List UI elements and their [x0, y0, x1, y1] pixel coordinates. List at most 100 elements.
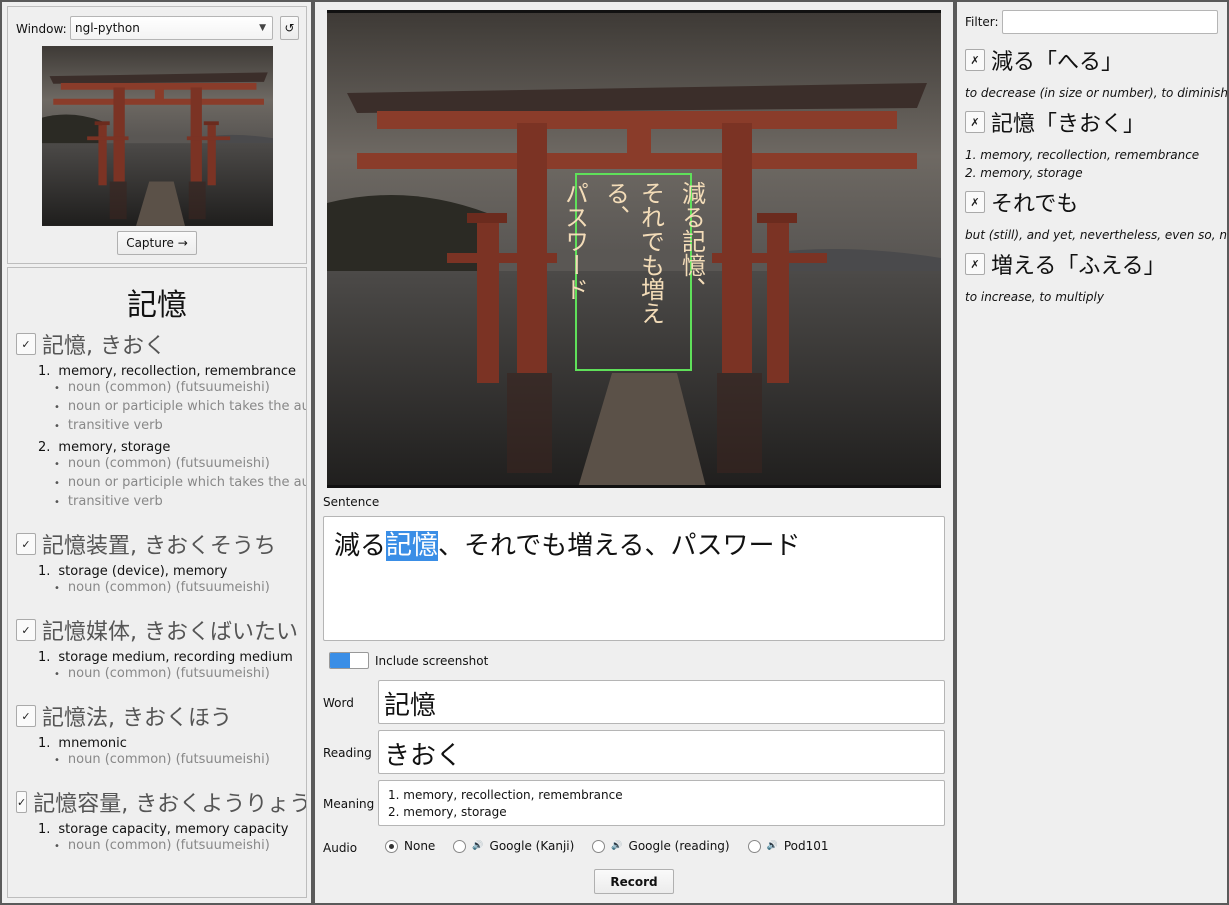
audio-option[interactable]: 🔊 Pod101: [747, 839, 829, 853]
overlay-line: それでも増える、: [601, 181, 665, 325]
toggle-on-fill: [330, 653, 350, 668]
sense-number: 1.: [38, 650, 51, 665]
remove-button[interactable]: ✗: [965, 49, 985, 71]
vocab-pane: Filter: ✗ 減る「へる」 to decrease (in size or n…: [957, 2, 1227, 903]
window-select[interactable]: ngl-python ▼: [70, 16, 273, 40]
entry-reading: , きおくそうち: [130, 534, 277, 559]
sense-number: 1.: [38, 564, 51, 579]
refresh-icon: ↺: [284, 21, 295, 35]
sense-gloss: storage capacity, memory capacity: [58, 822, 289, 837]
record-button-label: Record: [610, 874, 658, 889]
entry-header: ✓ 記憶媒体, きおくばいたい: [16, 614, 306, 646]
filter-label: Filter:: [965, 15, 999, 29]
vocab-definition: but (still), and yet, nevertheless, even…: [965, 226, 1227, 244]
entry-term: 記憶容量: [33, 792, 122, 817]
capture-button[interactable]: Capture →: [117, 231, 197, 255]
sentence-after: 、それでも増える、パスワード: [438, 531, 801, 561]
entry-header: ✓ 記憶法, きおくほう: [16, 700, 306, 732]
include-screenshot-toggle[interactable]: [329, 652, 369, 669]
sense-tag: noun (common) (futsuumeishi): [54, 379, 306, 398]
word-input[interactable]: 記憶: [378, 680, 945, 724]
audio-option[interactable]: 🔊 Google (Kanji): [453, 839, 574, 853]
definition-line: 1. memory, recollection, remembrance: [965, 148, 1200, 162]
radio-button[interactable]: [747, 839, 761, 853]
chevron-down-icon: ▼: [259, 23, 266, 33]
entry-term: 記憶装置: [42, 534, 131, 559]
sense: 1. mnemonic: [38, 736, 306, 751]
speaker-icon: 🔊: [472, 841, 484, 851]
meaning-label: Meaning: [323, 797, 375, 811]
audio-option-label: Google (reading): [628, 839, 730, 853]
sense-tag: noun (common) (futsuumeishi): [54, 579, 306, 598]
entry-reading: , きおくようりょう: [121, 792, 307, 817]
center-pane: 減る記憶、 それでも増える、 パスワード Sentence 減る記憶、それでも増…: [315, 2, 953, 903]
vocab-item: ✗ 記憶「きおく」: [965, 106, 1227, 138]
sense-number: 1.: [38, 364, 51, 379]
reading-input[interactable]: きおく: [378, 730, 945, 774]
vocab-definition: 1. memory, recollection, remembrance 2. m…: [965, 146, 1227, 182]
entry-text: 記憶法, きおくほう: [42, 700, 232, 732]
sense-number: 1.: [38, 736, 51, 751]
sense-tag: noun (common) (futsuumeishi): [54, 837, 306, 856]
sense-tag: transitive verb: [54, 493, 306, 512]
radio-button[interactable]: [385, 839, 398, 853]
vocab-definition: to decrease (in size or number), to dimi…: [965, 84, 1227, 102]
entry-term: 記憶法: [42, 706, 109, 731]
left-pane: Window: ngl-python ▼ ↺ Capture → 記憶 ✓ 記憶,…: [2, 2, 311, 903]
audio-option[interactable]: None: [385, 839, 435, 853]
vocab-item: ✗ 増える「ふえる」: [965, 248, 1227, 280]
meaning-input[interactable]: 1. memory, recollection, remembrance 2. …: [378, 780, 945, 826]
entry-reading: , きおく: [86, 334, 167, 359]
definition-line: to increase, to multiply: [965, 290, 1104, 304]
entry-checkbox[interactable]: ✓: [16, 533, 36, 555]
lookup-entries: ✓ 記憶, きおく 1. memory, recollection, remembra…: [8, 328, 306, 856]
lookup-entry: ✓ 記憶法, きおくほう 1. mnemonicnoun (common) (futs…: [8, 700, 306, 770]
sense-tag: transitive verb: [54, 417, 306, 436]
entry-checkbox[interactable]: ✓: [16, 333, 36, 355]
audio-option[interactable]: 🔊 Google (reading): [592, 839, 730, 853]
remove-button[interactable]: ✗: [965, 191, 985, 213]
vocab-word: 減る「へる」: [991, 50, 1124, 75]
lookup-entry: ✓ 記憶媒体, きおくばいたい 1. storage medium, recordin…: [8, 614, 306, 684]
sense-number: 2.: [38, 440, 51, 455]
torii-illustration: [42, 46, 273, 226]
overlay-line: パスワード: [560, 181, 589, 301]
entry-checkbox[interactable]: ✓: [16, 705, 36, 727]
filter-input[interactable]: [1002, 10, 1218, 34]
sense: 1. memory, recollection, remembrance: [38, 364, 306, 379]
record-button[interactable]: Record: [594, 869, 674, 894]
sense: 1. storage (device), memory: [38, 564, 306, 579]
sense-gloss: memory, storage: [58, 440, 171, 455]
lookup-entry: ✓ 記憶容量, きおくようりょう 1. storage capacity, memor…: [8, 786, 306, 856]
vocab-word: 記憶「きおく」: [991, 112, 1146, 137]
entry-text: 記憶装置, きおくそうち: [42, 528, 276, 560]
sense: 2. memory, storage: [38, 440, 306, 455]
sense-tag: noun (common) (futsuumeishi): [54, 665, 306, 684]
entry-reading: , きおくばいたい: [130, 620, 299, 645]
overlay-line: 減る記憶、: [677, 181, 706, 301]
meaning-line: 2. memory, storage: [388, 805, 507, 819]
sense-gloss: memory, recollection, remembrance: [58, 364, 297, 379]
entry-checkbox[interactable]: ✓: [16, 619, 36, 641]
window-label: Window:: [16, 22, 67, 36]
remove-button[interactable]: ✗: [965, 253, 985, 275]
vocab-list: ✗ 減る「へる」 to decrease (in size or number), …: [965, 40, 1227, 306]
entry-checkbox[interactable]: ✓: [16, 791, 28, 813]
audio-option-label: None: [404, 839, 436, 853]
radio-button[interactable]: [453, 839, 467, 853]
detected-text-box: 減る記憶、 それでも増える、 パスワード: [561, 173, 706, 371]
entry-term: 記憶: [42, 334, 87, 359]
vocab-item: ✗ 減る「へる」: [965, 44, 1227, 76]
lookup-headword: 記憶: [127, 288, 187, 323]
sense-tag: noun or participle which takes the aux: [54, 474, 306, 493]
remove-button[interactable]: ✗: [965, 111, 985, 133]
definition-line: to decrease (in size or number), to dimi…: [965, 86, 1227, 100]
sense-tag: noun (common) (futsuumeishi): [54, 455, 306, 474]
radio-button[interactable]: [592, 839, 606, 853]
sentence-selection: 記憶: [386, 531, 439, 561]
window-select-value: ngl-python: [75, 21, 140, 35]
sentence-label: Sentence: [323, 495, 380, 509]
sentence-editor[interactable]: 減る記憶、それでも増える、パスワード: [323, 516, 945, 641]
refresh-button[interactable]: ↺: [280, 16, 299, 40]
lookup-panel: 記憶 ✓ 記憶, きおく 1. memory, recollection, remem…: [7, 267, 307, 898]
